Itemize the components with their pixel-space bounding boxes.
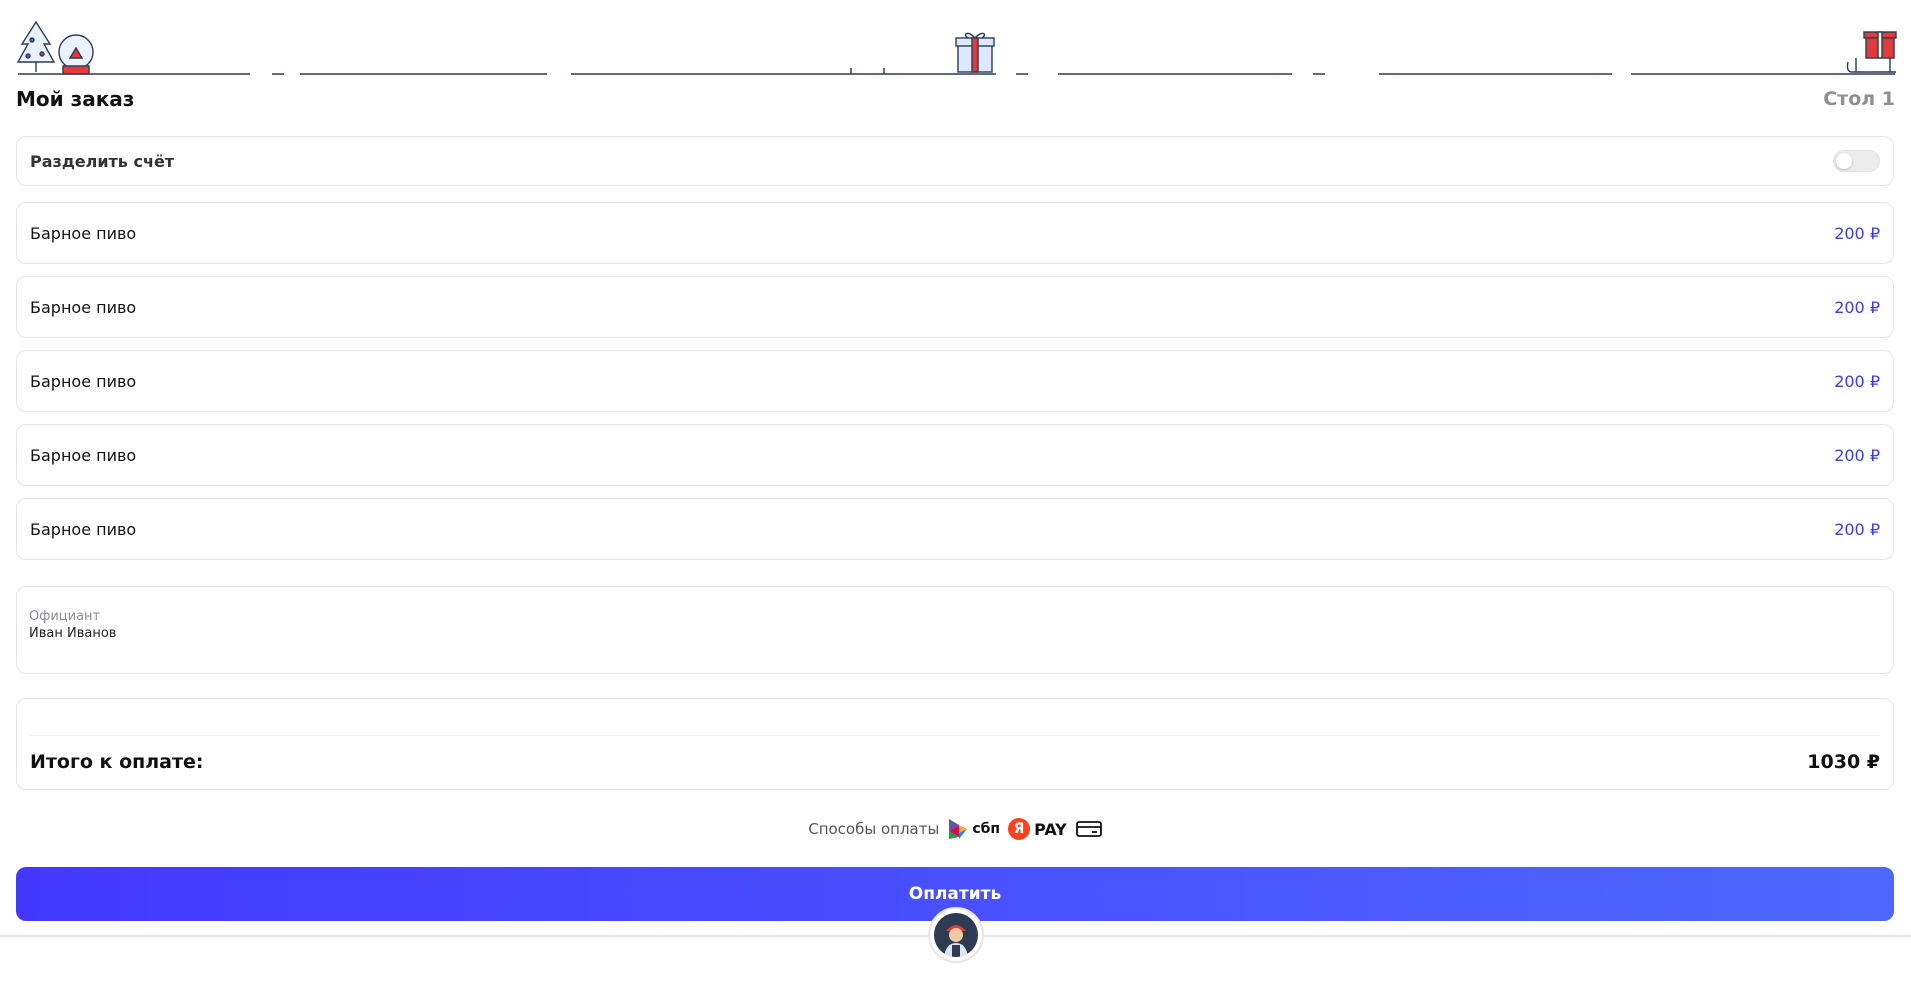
sled-gift-icon <box>1846 31 1897 73</box>
item-name: Барное пиво <box>30 371 137 391</box>
payment-methods: Способы оплаты сбп Я PAY <box>0 814 1911 844</box>
card-icon <box>1075 821 1102 837</box>
christmas-tree-icon <box>16 20 56 72</box>
item-price: 200 ₽ <box>1834 371 1880 391</box>
item-name: Барное пиво <box>30 519 137 539</box>
sbp-icon <box>949 819 968 839</box>
waiter-name: Иван Иванов <box>29 626 117 641</box>
yandex-pay-logo: Я PAY <box>1008 818 1067 840</box>
order-item: Барное пиво 200 ₽ <box>16 276 1894 338</box>
order-item: Барное пиво 200 ₽ <box>16 350 1894 412</box>
yandex-icon: Я <box>1008 818 1031 840</box>
avatar[interactable] <box>928 907 984 963</box>
divider <box>30 735 1880 736</box>
waiter-card: Официант Иван Иванов <box>16 586 1894 674</box>
sbp-logo: сбп <box>947 817 1000 841</box>
item-price: 200 ₽ <box>1834 223 1880 243</box>
gift-icon <box>955 32 995 73</box>
order-item: Барное пиво 200 ₽ <box>16 424 1894 486</box>
total-label: Итого к оплате: <box>30 751 204 773</box>
waiter-avatar-icon <box>934 913 978 957</box>
item-name: Барное пиво <box>30 297 137 317</box>
snow-globe-icon <box>58 34 94 75</box>
item-name: Барное пиво <box>30 445 137 465</box>
page-title: Мой заказ <box>16 87 135 111</box>
waiter-label: Официант <box>29 609 101 624</box>
yandex-pay-text: PAY <box>1034 819 1067 839</box>
split-bill-label: Разделить счёт <box>30 151 175 171</box>
order-item: Барное пиво 200 ₽ <box>16 498 1894 560</box>
item-name: Барное пиво <box>30 223 137 243</box>
order-item: Барное пиво 200 ₽ <box>16 202 1894 264</box>
payment-methods-label: Способы оплаты <box>808 820 940 838</box>
order-header: Мой заказ Стол 1 <box>16 84 1895 114</box>
table-label: Стол 1 <box>1823 88 1895 110</box>
total-card: Итого к оплате: 1030 ₽ <box>16 698 1894 790</box>
split-bill-card: Разделить счёт <box>16 136 1894 186</box>
holiday-decoration <box>16 20 1897 75</box>
item-price: 200 ₽ <box>1834 297 1880 317</box>
item-price: 200 ₽ <box>1834 519 1880 539</box>
item-price: 200 ₽ <box>1834 445 1880 465</box>
total-value: 1030 ₽ <box>1807 751 1880 773</box>
split-bill-toggle[interactable] <box>1833 150 1880 172</box>
toggle-knob <box>1836 153 1852 169</box>
sbp-text: сбп <box>972 821 1001 837</box>
